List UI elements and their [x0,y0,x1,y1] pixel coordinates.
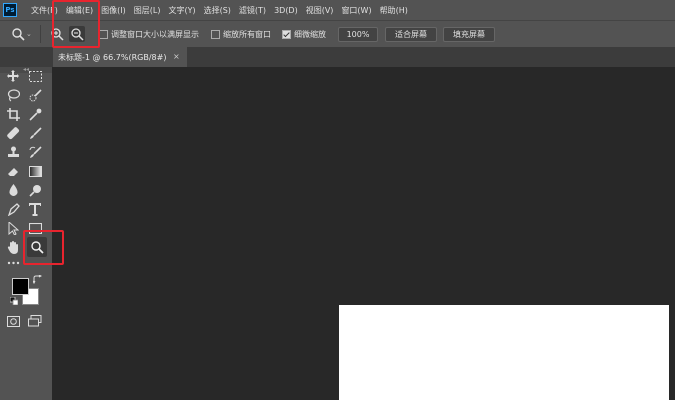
resize-windows-label: 调整窗口大小以满屏显示 [111,29,199,39]
more-tools-icon[interactable] [5,255,21,271]
crop-icon[interactable] [5,106,21,122]
menu-bar: Ps 文件(F) 编辑(E) 图像(I) 图层(L) 文字(Y) 选择(S) 滤… [0,0,675,20]
healing-icon[interactable] [5,125,21,141]
fit-screen-button[interactable]: 适合屏幕 [385,26,437,42]
menu-view[interactable]: 视图(V) [306,5,334,16]
resize-windows-checkbox[interactable] [99,29,108,39]
hand-icon[interactable] [5,239,21,255]
blur-icon[interactable] [5,182,21,198]
actual-pixels-button[interactable]: 100% [338,26,378,42]
foreground-color-swatch[interactable] [12,278,29,295]
menu-select[interactable]: 选择(S) [204,5,231,16]
quick-select-icon[interactable] [27,87,43,103]
menu-window[interactable]: 窗口(W) [341,5,371,16]
dodge-icon[interactable] [27,182,43,198]
history-brush-icon[interactable] [27,144,43,160]
quick-mask-icon[interactable] [5,313,21,329]
swap-colors-icon[interactable] [32,274,42,284]
scrubby-zoom-checkbox[interactable] [282,29,291,39]
options-divider [40,25,41,43]
pen-icon[interactable] [5,201,21,217]
zoom-icon[interactable] [10,26,26,42]
zoom-all-windows-label: 缩放所有窗口 [223,29,271,39]
screen-mode-icon[interactable] [27,313,43,329]
eraser-icon[interactable] [5,163,21,179]
move-icon[interactable] [5,68,21,84]
zoom-buttons-highlight [52,0,100,48]
menu-help[interactable]: 帮助(H) [380,5,408,16]
zoom-all-windows-checkbox[interactable] [211,29,220,39]
menu-3d[interactable]: 3D(D) [274,6,298,15]
lasso-icon[interactable] [5,87,21,103]
eyedropper-icon[interactable] [27,106,43,122]
gradient-icon[interactable] [27,163,43,179]
stamp-icon[interactable] [5,144,21,160]
zoom-tool-highlight [23,230,64,265]
document-tab[interactable]: 未标题-1 @ 66.7%(RGB/8#) × [53,47,187,67]
tool-preset-chevron-down-icon[interactable]: ⌄ [26,30,36,38]
type-icon[interactable] [27,201,43,217]
document-canvas[interactable] [339,305,669,400]
menu-image[interactable]: 图像(I) [101,5,126,16]
menu-filter[interactable]: 滤镜(T) [239,5,266,16]
scrubby-zoom-label: 细微缩放 [294,29,326,39]
menu-type[interactable]: 文字(Y) [168,5,195,16]
path-select-icon[interactable] [5,220,21,236]
brush-icon[interactable] [27,125,43,141]
document-tab-title: 未标题-1 @ 66.7%(RGB/8#) [58,52,167,62]
default-colors-icon[interactable] [9,296,19,306]
menu-layer[interactable]: 图层(L) [134,5,161,16]
photoshop-logo-icon: Ps [3,3,17,17]
options-bar: ⌄ 调整窗口大小以满屏显示 缩放所有窗口 细微缩放 100% 适合屏幕 填充屏幕 [0,20,675,47]
fill-screen-button[interactable]: 填充屏幕 [443,26,495,42]
canvas-workspace[interactable] [52,67,675,400]
document-tab-bar: 未标题-1 @ 66.7%(RGB/8#) × [0,47,675,67]
close-icon[interactable]: × [173,52,180,61]
marquee-icon[interactable] [27,68,43,84]
